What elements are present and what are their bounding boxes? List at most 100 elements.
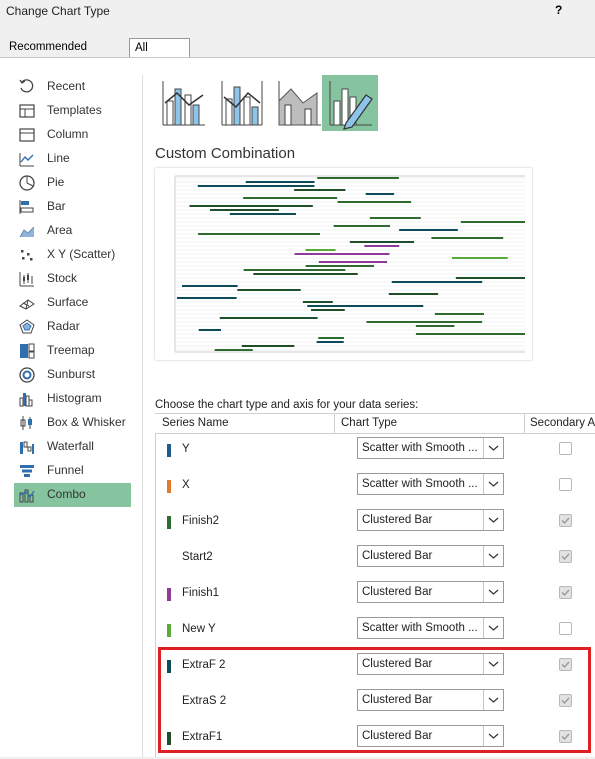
chevron-down-icon (488, 661, 499, 667)
subtype-clustered-column-line-secondary[interactable] (214, 75, 270, 131)
dropdown-button[interactable] (483, 690, 503, 710)
series-row-y: Y Scatter with Smooth ... (155, 435, 595, 471)
help-button[interactable]: ? (555, 3, 562, 17)
combo-chart-icon (19, 489, 35, 503)
secondary-axis-checkbox[interactable] (559, 514, 572, 527)
dropdown-button[interactable] (483, 654, 503, 674)
chart-type-value: Clustered Bar (362, 730, 433, 742)
secondary-axis-checkbox[interactable] (559, 550, 572, 563)
chart-type-dropdown[interactable]: Scatter with Smooth ... (357, 473, 504, 495)
combo-heading: Custom Combination (155, 145, 296, 162)
subtype-custom-combination[interactable] (322, 75, 378, 131)
chart-type-line[interactable]: Line (14, 147, 131, 171)
series-name: Finish1 (182, 587, 220, 599)
chart-type-column[interactable]: Column (14, 123, 131, 147)
chart-type-label: Combo (47, 487, 86, 501)
chart-type-treemap[interactable]: Treemap (14, 339, 131, 363)
chevron-down-icon (488, 517, 499, 523)
series-name: New Y (182, 623, 216, 635)
checkmark-icon (561, 553, 570, 561)
tab-recommended-charts[interactable]: Recommended Charts (4, 38, 125, 72)
series-row-x: X Scatter with Smooth ... (155, 471, 595, 507)
series-name: Finish2 (182, 515, 220, 527)
series-row-finish1: Finish1 Clustered Bar (155, 579, 595, 615)
dropdown-button[interactable] (483, 618, 503, 638)
chart-type-value: Scatter with Smooth ... (362, 442, 478, 454)
secondary-axis-checkbox[interactable] (559, 730, 572, 743)
dropdown-button[interactable] (483, 474, 503, 494)
treemap-chart-icon (20, 343, 35, 359)
header-chart-type: Chart Type (341, 417, 398, 429)
chart-type-area[interactable]: Area (14, 219, 131, 243)
column-separator (524, 414, 525, 433)
chart-type-waterfall[interactable]: Waterfall (14, 435, 131, 459)
secondary-axis-checkbox[interactable] (559, 586, 572, 599)
chart-type-value: Clustered Bar (362, 586, 433, 598)
chart-type-histogram[interactable]: Histogram (14, 387, 131, 411)
chart-type-label: Area (47, 223, 73, 237)
series-row-start2: Start2 Clustered Bar (155, 543, 595, 579)
secondary-axis-checkbox[interactable] (559, 478, 572, 491)
chart-type-dropdown[interactable]: Clustered Bar (357, 725, 504, 747)
chart-type-dropdown[interactable]: Clustered Bar (357, 689, 504, 711)
secondary-axis-checkbox[interactable] (559, 694, 572, 707)
chart-type-label: Waterfall (47, 439, 94, 453)
secondary-axis-checkbox[interactable] (559, 658, 572, 671)
checkmark-icon (561, 661, 570, 669)
chart-type-recent[interactable]: Recent (14, 75, 131, 99)
subtype-stacked-area-column[interactable] (271, 75, 327, 131)
dropdown-button[interactable] (483, 510, 503, 530)
clustered-column-line-icon (162, 81, 205, 126)
secondary-axis-checkbox[interactable] (559, 442, 572, 455)
chart-type-value: Scatter with Smooth ... (362, 622, 478, 634)
list-divider (142, 75, 143, 757)
chart-preview (155, 168, 532, 360)
series-row-extraf1: ExtraF1 Clustered Bar (155, 723, 595, 759)
chart-type-box-whisker[interactable]: Box & Whisker (14, 411, 131, 435)
chart-type-dropdown[interactable]: Clustered Bar (357, 581, 504, 603)
chart-type-label: Surface (47, 295, 89, 309)
dropdown-button[interactable] (483, 546, 503, 566)
secondary-axis-checkbox[interactable] (559, 622, 572, 635)
surface-chart-icon (19, 299, 35, 310)
preview-chart (174, 175, 525, 353)
chart-type-xy-scatter[interactable]: X Y (Scatter) (14, 243, 131, 267)
subtype-clustered-column-line[interactable] (155, 75, 211, 131)
chart-type-sunburst[interactable]: Sunburst (14, 363, 131, 387)
chart-type-value: Scatter with Smooth ... (362, 478, 478, 490)
chart-type-funnel[interactable]: Funnel (14, 459, 131, 483)
chart-type-dropdown[interactable]: Clustered Bar (357, 653, 504, 675)
chart-type-surface[interactable]: Surface (14, 291, 131, 315)
series-color-swatch (167, 444, 171, 457)
series-name: Start2 (182, 551, 213, 563)
dropdown-button[interactable] (483, 726, 503, 746)
series-row-finish2: Finish2 Clustered Bar (155, 507, 595, 543)
histogram-chart-icon (19, 393, 33, 407)
chart-type-value: Clustered Bar (362, 694, 433, 706)
chart-type-value: Clustered Bar (362, 550, 433, 562)
dropdown-button[interactable] (483, 438, 503, 458)
series-color-swatch (167, 588, 171, 601)
chart-type-stock[interactable]: Stock (14, 267, 131, 291)
chart-type-dropdown[interactable]: Scatter with Smooth ... (357, 437, 504, 459)
chart-type-dropdown[interactable]: Clustered Bar (357, 509, 504, 531)
chart-type-label: Box & Whisker (47, 415, 126, 429)
dialog-title: Change Chart Type (6, 4, 110, 18)
series-name: ExtraF 2 (182, 659, 226, 671)
funnel-chart-icon (20, 465, 34, 477)
chart-type-pie[interactable]: Pie (14, 171, 131, 195)
chart-type-dropdown[interactable]: Clustered Bar (357, 545, 504, 567)
sunburst-chart-icon (19, 367, 35, 383)
custom-combination-icon (329, 81, 373, 130)
chart-type-label: X Y (Scatter) (47, 247, 116, 261)
series-name: X (182, 479, 190, 491)
chart-type-bar[interactable]: Bar (14, 195, 131, 219)
chart-type-combo[interactable]: Combo (14, 483, 131, 507)
dropdown-button[interactable] (483, 582, 503, 602)
title-bar: Change Chart Type ? (0, 0, 595, 24)
chart-type-templates[interactable]: Templates (14, 99, 131, 123)
chart-type-radar[interactable]: Radar (14, 315, 131, 339)
tab-all-charts[interactable]: All Charts (129, 38, 190, 73)
header-series-name: Series Name (162, 417, 229, 429)
chart-type-dropdown[interactable]: Scatter with Smooth ... (357, 617, 504, 639)
